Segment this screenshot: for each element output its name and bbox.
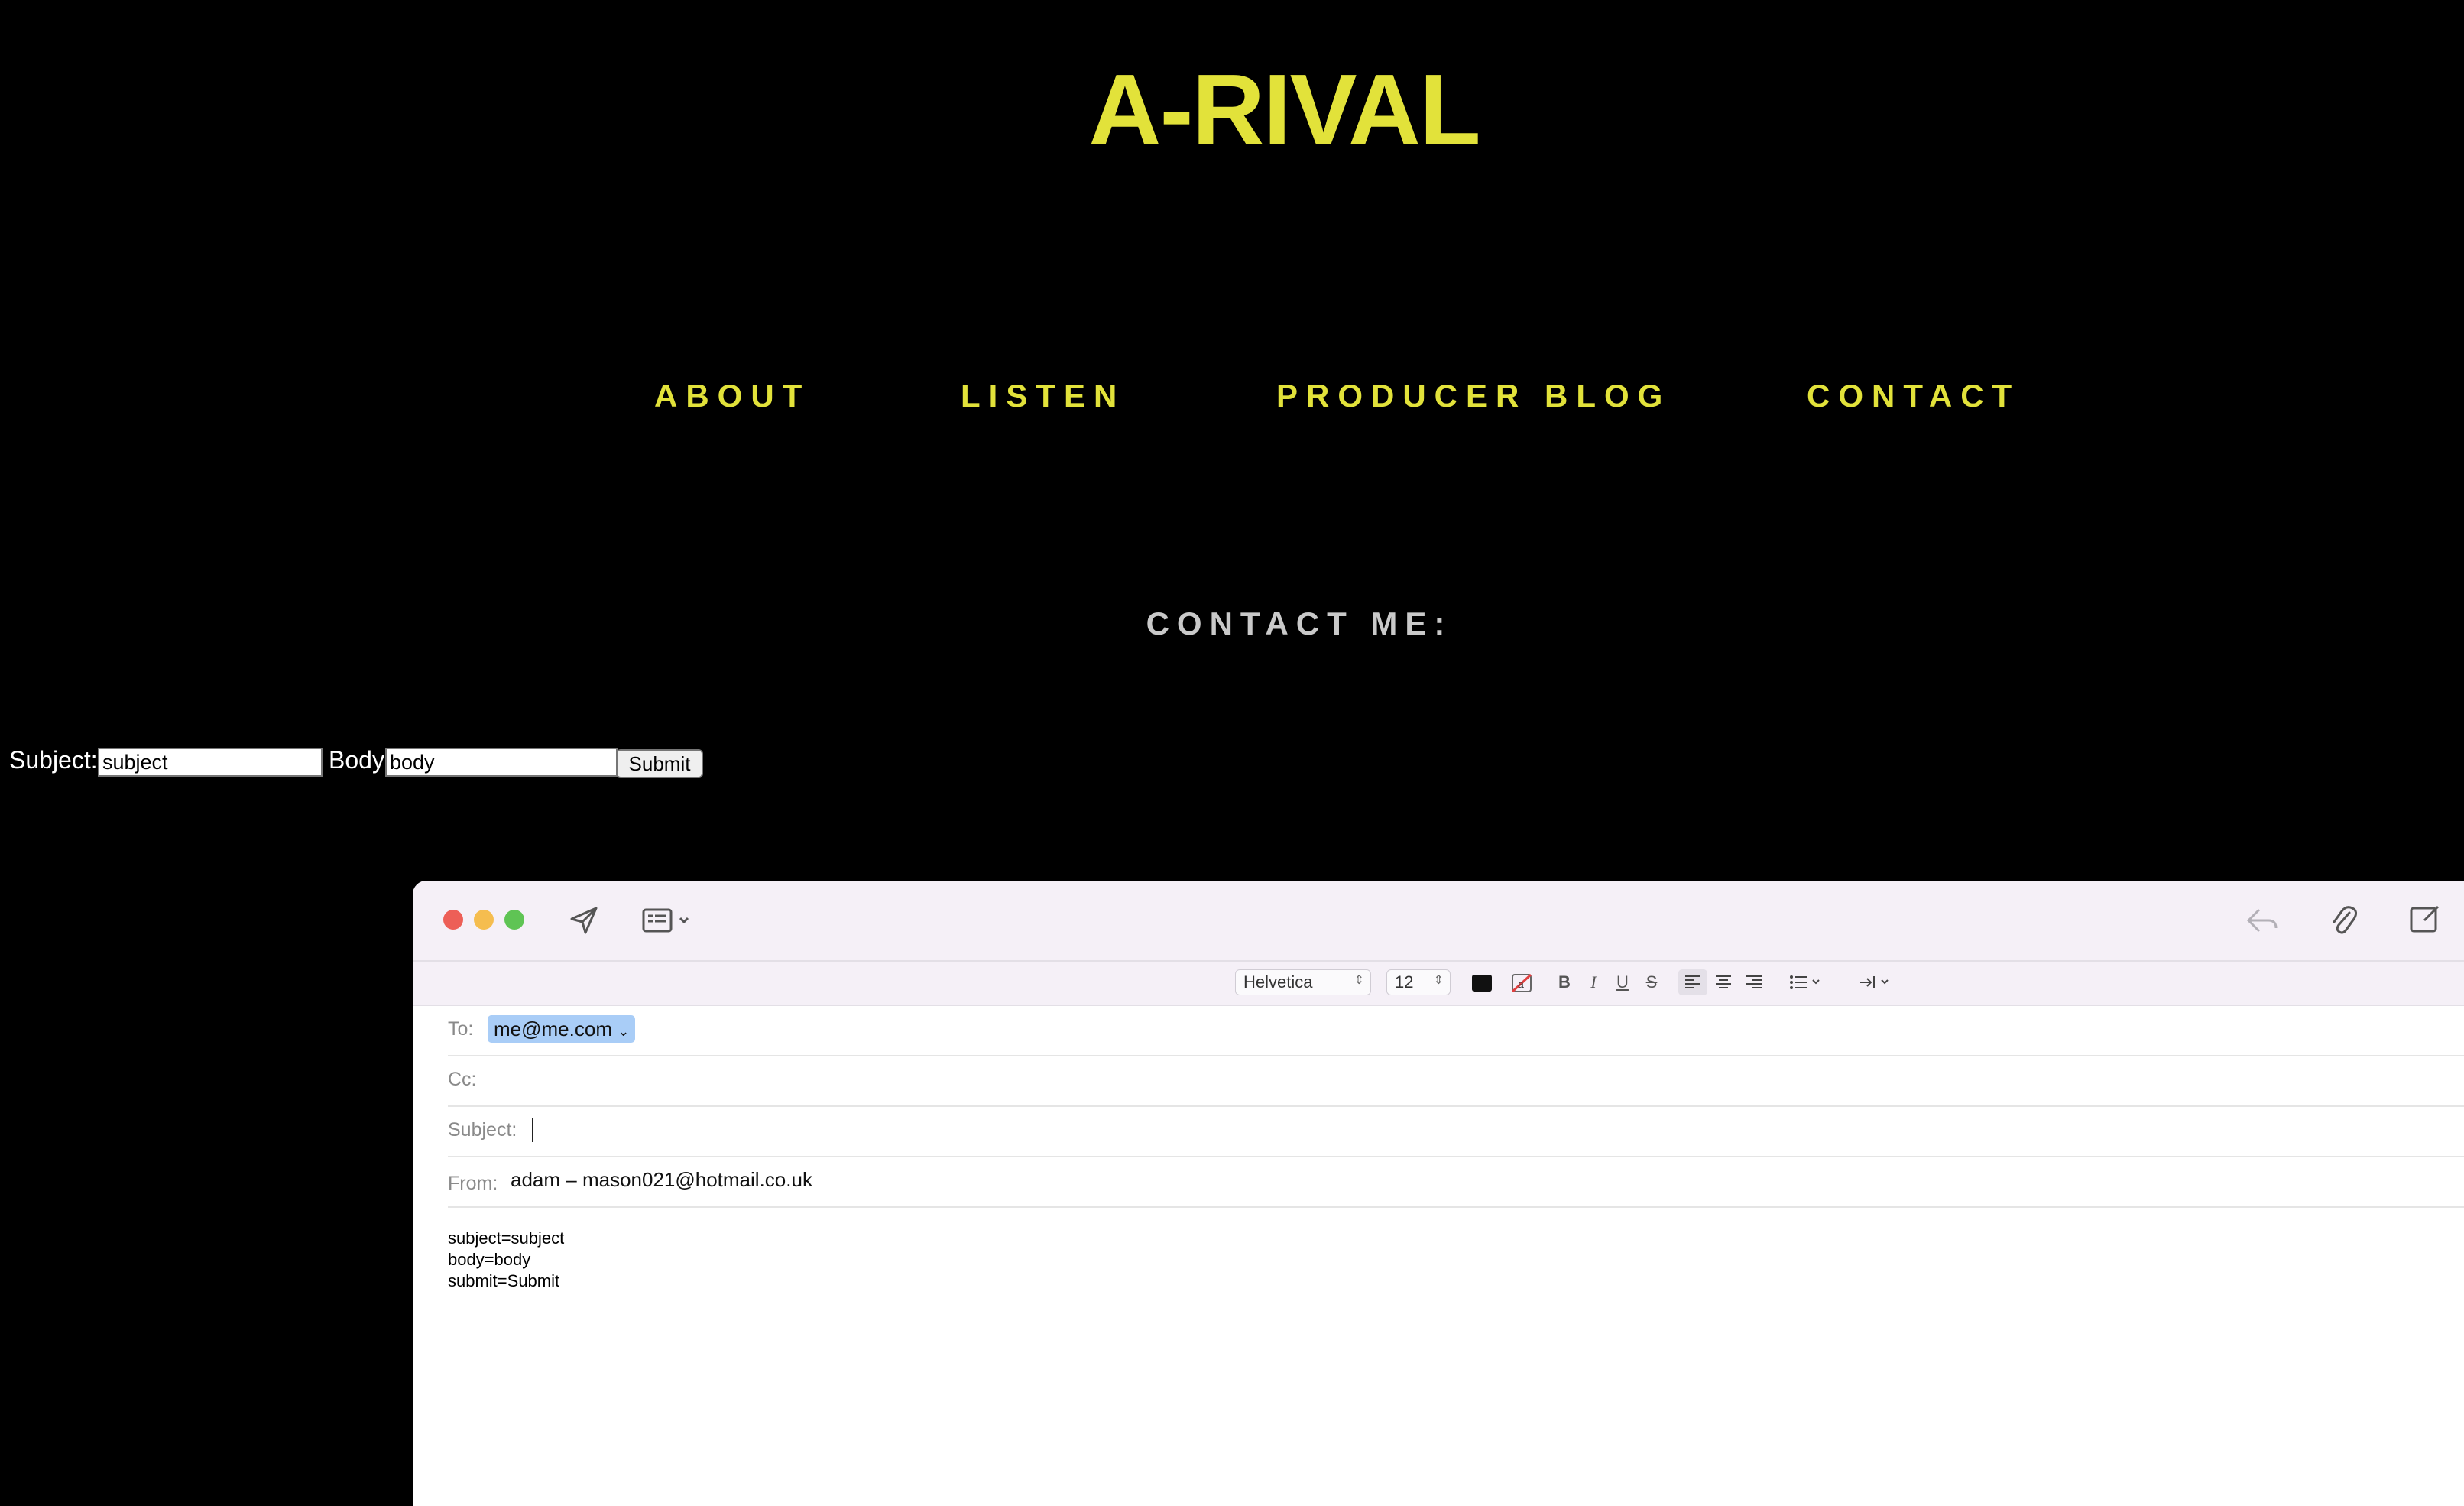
svg-text:a: a [1518, 978, 1524, 990]
to-label: To: [448, 1018, 474, 1040]
site-title: A-RIVAL [1088, 54, 1481, 166]
from-row[interactable]: From: adam – mason021@hotmail.co.uk [448, 1157, 2464, 1208]
nav-link-listen[interactable]: LISTEN [961, 378, 1125, 414]
updown-icon: ⇕ [1354, 974, 1364, 987]
nav-link-contact[interactable]: CONTACT [1807, 378, 2020, 414]
text-color-button[interactable] [1470, 969, 1493, 995]
body-input[interactable] [385, 748, 618, 777]
cc-row[interactable]: Cc: [448, 1056, 2464, 1107]
to-recipient-token[interactable]: me@me.com ⌄ [488, 1015, 636, 1043]
mail-compose-window: Helvetica ⇕ 12 ⇕ a B I U S To: me@me.com… [413, 881, 2464, 1506]
message-body[interactable]: subject=subject body=body submit=Submit [448, 1228, 564, 1292]
font-select[interactable]: Helvetica ⇕ [1235, 969, 1371, 995]
contact-heading: CONTACT ME: [1146, 605, 1453, 641]
body-line: submit=Submit [448, 1271, 560, 1290]
updown-icon: ⇕ [1433, 974, 1444, 987]
list-icon[interactable] [1788, 969, 1827, 995]
indent-icon[interactable] [1859, 969, 1897, 995]
body-line: subject=subject [448, 1228, 565, 1248]
to-recipient: me@me.com [494, 1018, 612, 1040]
compose-icon[interactable] [2409, 904, 2443, 938]
align-left-icon[interactable] [1678, 969, 1707, 995]
from-value[interactable]: adam – mason021@hotmail.co.uk [511, 1168, 812, 1192]
strikethrough-button[interactable]: S [1640, 969, 1663, 995]
nav-link-about[interactable]: ABOUT [654, 378, 810, 414]
underline-button[interactable]: U [1611, 969, 1634, 995]
send-icon[interactable] [569, 905, 599, 940]
subject-row[interactable]: Subject: [448, 1107, 2464, 1157]
size-select[interactable]: 12 ⇕ [1386, 969, 1451, 995]
to-row: To: me@me.com ⌄ [448, 1006, 2464, 1056]
subject-field-label: Subject: [448, 1119, 517, 1141]
text-cursor [532, 1118, 533, 1142]
body-line: body=body [448, 1250, 531, 1269]
close-window-button[interactable] [443, 910, 463, 930]
from-label: From: [448, 1173, 498, 1194]
header-fields-icon[interactable] [642, 907, 695, 938]
minimize-window-button[interactable] [474, 910, 494, 930]
cc-label: Cc: [448, 1069, 477, 1090]
bold-button[interactable]: B [1553, 969, 1576, 995]
align-right-icon[interactable] [1743, 969, 1765, 995]
align-center-icon[interactable] [1712, 969, 1735, 995]
format-bar: Helvetica ⇕ 12 ⇕ a B I U S [413, 962, 2464, 1006]
highlight-color-button[interactable]: a [1510, 969, 1533, 995]
body-label: Body [329, 746, 384, 774]
submit-button[interactable]: Submit [616, 749, 703, 778]
reply-icon[interactable] [2245, 905, 2279, 940]
nav-link-producer-blog[interactable]: PRODUCER BLOG [1276, 378, 1671, 414]
subject-input[interactable] [98, 748, 323, 777]
mail-toolbar [413, 881, 2464, 962]
italic-button[interactable]: I [1582, 969, 1605, 995]
size-select-value: 12 [1395, 972, 1414, 992]
subject-label: Subject: [9, 746, 98, 774]
maximize-window-button[interactable] [504, 910, 524, 930]
chevron-down-icon: ⌄ [618, 1024, 630, 1039]
font-select-value: Helvetica [1243, 972, 1313, 992]
attachment-icon[interactable] [2329, 904, 2358, 941]
